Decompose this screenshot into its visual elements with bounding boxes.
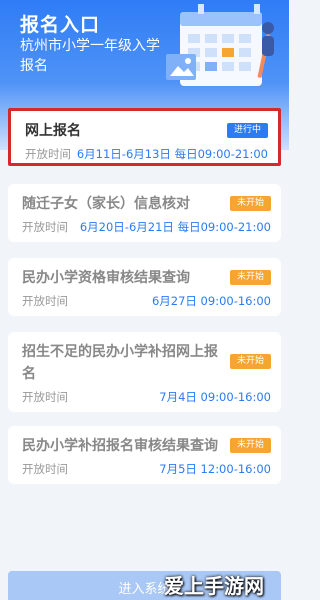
open-time-value: 6月27日 09:00-16:00	[151, 294, 271, 308]
card-info-verification[interactable]: 随迁子女（家长）信息核对 未开始 开放时间 6月20日-6月21日 每日09:0…	[8, 184, 281, 242]
open-time-label: 开放时间	[22, 462, 68, 476]
open-time-label: 开放时间	[22, 390, 68, 404]
card-title: 招生不足的民办小学补招网上报名	[22, 344, 218, 382]
calendar-illustration-icon	[166, 4, 274, 86]
open-time-label: 开放时间	[22, 220, 68, 234]
open-time-value: 7月5日 12:00-16:00	[159, 462, 271, 476]
card-supplementary-result[interactable]: 民办小学补招报名审核结果查询 未开始 开放时间 7月5日 12:00-16:00	[8, 426, 281, 484]
card-qualification-result[interactable]: 民办小学资格审核结果查询 未开始 开放时间 6月27日 09:00-16:00	[8, 258, 281, 316]
card-supplementary-registration[interactable]: 招生不足的民办小学补招网上报名 未开始 开放时间 7月4日 09:00-16:0…	[8, 332, 281, 412]
open-time-value: 7月4日 09:00-16:00	[159, 390, 271, 404]
open-time-label: 开放时间	[22, 294, 68, 308]
status-badge: 未开始	[229, 438, 271, 453]
open-time-value: 6月20日-6月21日 每日09:00-21:00	[79, 220, 271, 234]
page-subtitle: 杭州市小学一年级入学报名	[20, 38, 160, 74]
status-badge: 进行中	[226, 123, 268, 138]
card-title: 民办小学资格审核结果查询	[22, 270, 190, 286]
card-title: 民办小学补招报名审核结果查询	[22, 438, 218, 454]
card-title: 随迁子女（家长）信息核对	[22, 196, 190, 212]
status-badge: 未开始	[229, 196, 271, 211]
status-badge: 未开始	[229, 270, 271, 285]
page-title: 报名入口	[20, 14, 101, 36]
open-time-value: 6月11日-6月13日 每日09:00-21:00	[76, 147, 268, 161]
card-title: 网上报名	[25, 123, 81, 139]
card-online-registration[interactable]: 网上报名 进行中 开放时间 6月11日-6月13日 每日09:00-21:00	[8, 108, 281, 166]
site-watermark: 爱上手游网	[164, 574, 264, 598]
status-badge: 未开始	[229, 354, 271, 369]
open-time-label: 开放时间	[25, 147, 71, 161]
